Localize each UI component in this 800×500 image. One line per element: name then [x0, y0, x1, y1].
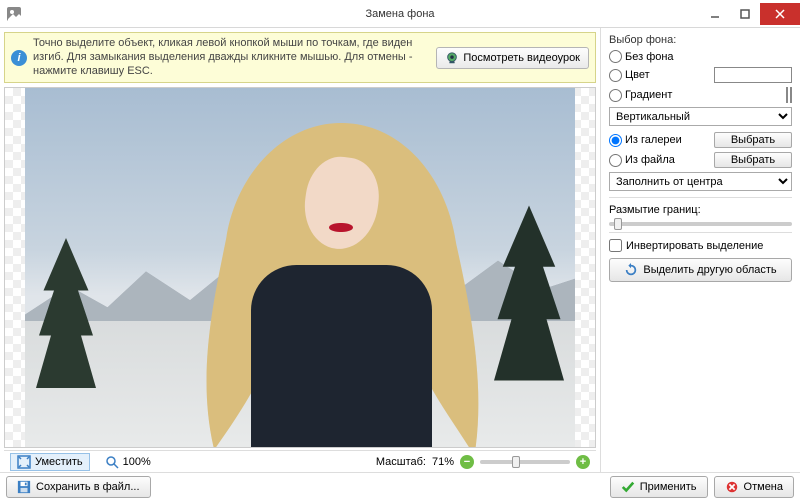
select-other-area-button[interactable]: Выделить другую область	[609, 258, 792, 282]
save-to-file-button[interactable]: Сохранить в файл...	[6, 476, 151, 498]
zoom-100-button[interactable]: 100%	[98, 453, 158, 471]
composite-image	[25, 88, 575, 447]
file-choose-button[interactable]: Выбрать	[714, 152, 792, 168]
radio-from-file[interactable]: Из файла	[609, 154, 710, 167]
magnifier-icon	[105, 455, 119, 469]
title-bar: Замена фона	[0, 0, 800, 28]
webcam-icon	[445, 51, 459, 65]
cancel-icon	[725, 480, 739, 494]
maximize-button[interactable]	[730, 3, 760, 25]
zoom-slider[interactable]	[480, 460, 570, 464]
tip-text: Точно выделите объект, кликая левой кноп…	[33, 37, 430, 78]
color-swatch[interactable]	[714, 67, 792, 83]
side-panel: Выбор фона: Без фона Цвет Градиент Верти…	[600, 28, 800, 472]
status-bar: Уместить 100% Масштаб: 71% − +	[4, 450, 596, 472]
info-icon: i	[11, 50, 27, 66]
fit-icon	[17, 455, 31, 469]
gradient-mode-select[interactable]: Вертикальный	[609, 107, 792, 126]
apply-button[interactable]: Применить	[610, 476, 708, 498]
app-icon	[6, 6, 22, 22]
tip-bar: i Точно выделите объект, кликая левой кн…	[4, 32, 596, 83]
watch-video-button[interactable]: Посмотреть видеоурок	[436, 47, 589, 69]
cancel-button[interactable]: Отмена	[714, 476, 794, 498]
zoom-out-button[interactable]: −	[460, 455, 474, 469]
fit-label: Уместить	[35, 456, 83, 468]
bottom-bar: Сохранить в файл... Применить Отмена	[0, 472, 800, 500]
gradient-swatches[interactable]	[786, 87, 792, 103]
fill-mode-select[interactable]: Заполнить от центра	[609, 172, 792, 191]
radio-no-bg[interactable]: Без фона	[609, 50, 792, 63]
fit-button[interactable]: Уместить	[10, 453, 90, 471]
radio-from-gallery[interactable]: Из галереи	[609, 134, 710, 147]
radio-gradient[interactable]: Градиент	[609, 89, 782, 102]
blur-slider[interactable]	[609, 222, 792, 226]
invert-checkbox[interactable]: Инвертировать выделение	[609, 239, 792, 252]
minimize-button[interactable]	[700, 3, 730, 25]
zoom-value: 71%	[432, 456, 454, 468]
zoom-label: Масштаб:	[376, 456, 426, 468]
gallery-choose-button[interactable]: Выбрать	[714, 132, 792, 148]
floppy-icon	[17, 480, 31, 494]
zoom-in-button[interactable]: +	[576, 455, 590, 469]
check-icon	[621, 480, 635, 494]
window-title: Замена фона	[0, 8, 800, 20]
refresh-icon	[624, 263, 638, 277]
zoom-100-label: 100%	[123, 456, 151, 468]
panel-heading: Выбор фона:	[609, 34, 792, 46]
canvas-area[interactable]	[4, 87, 596, 448]
watch-video-label: Посмотреть видеоурок	[463, 52, 580, 64]
blur-label: Размытие границ:	[609, 204, 792, 216]
radio-color[interactable]: Цвет	[609, 69, 710, 82]
close-button[interactable]	[760, 3, 800, 25]
